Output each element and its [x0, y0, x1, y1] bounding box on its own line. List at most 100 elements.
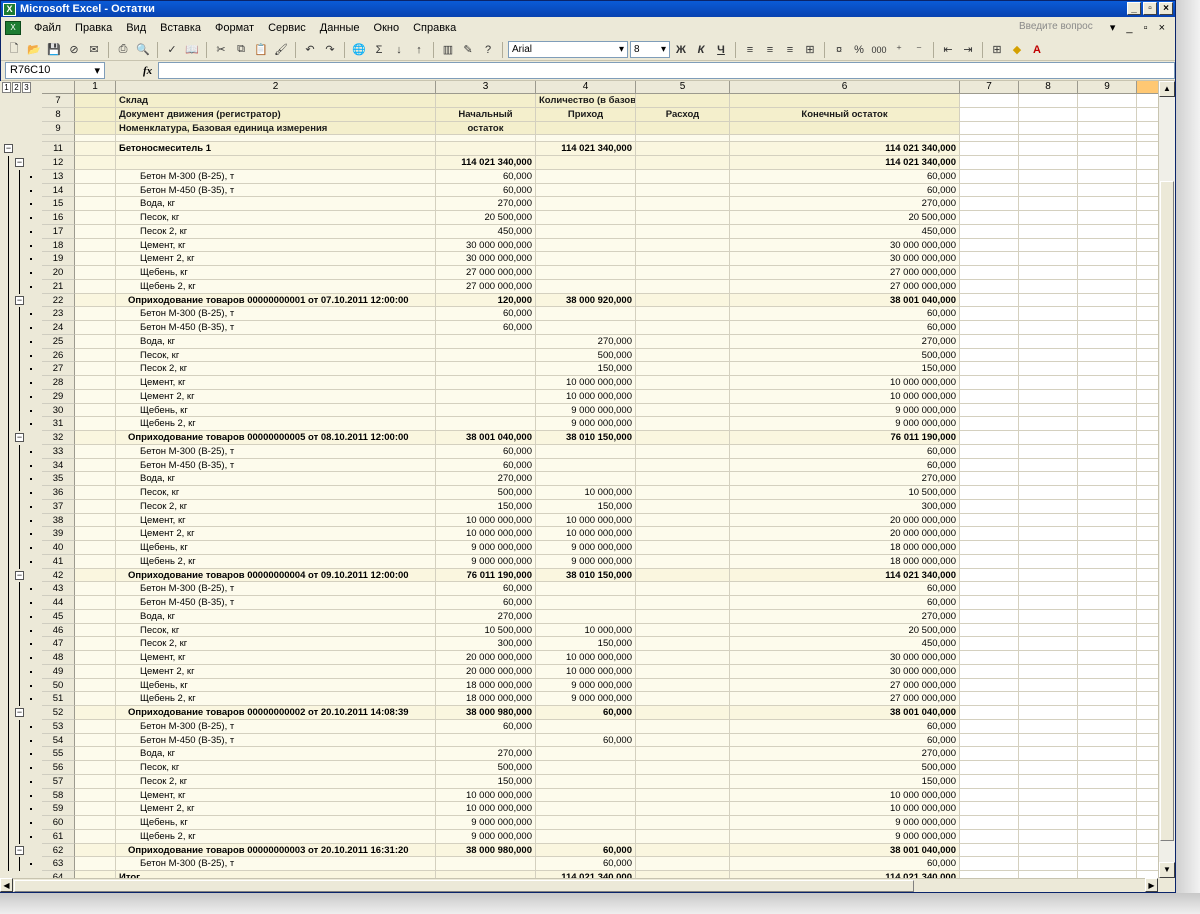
cell-closing-balance[interactable]: 10 000 000,000: [730, 389, 960, 404]
cell-name[interactable]: Вода, кг: [116, 609, 436, 624]
cell[interactable]: [1019, 403, 1078, 418]
cell[interactable]: [75, 816, 116, 830]
cell-opening-balance[interactable]: 450,000: [436, 224, 536, 239]
cell[interactable]: [1137, 376, 1158, 390]
cell-opening-balance[interactable]: 500,000: [436, 486, 536, 500]
cell[interactable]: [1137, 651, 1158, 665]
format-painter-icon[interactable]: 🖌: [272, 41, 290, 59]
cell[interactable]: [75, 142, 116, 156]
cell[interactable]: [75, 403, 116, 418]
cell-name[interactable]: Цемент, кг: [116, 651, 436, 665]
align-center-icon[interactable]: ≡: [761, 41, 779, 59]
chart-wizard-icon[interactable]: ▥: [439, 41, 457, 59]
cell-closing-balance[interactable]: 30 000 000,000: [730, 238, 960, 253]
row-header[interactable]: 34: [42, 458, 75, 473]
cell-expense[interactable]: [636, 444, 730, 459]
cell[interactable]: [960, 376, 1019, 390]
cell[interactable]: [1019, 609, 1078, 624]
cell[interactable]: [1078, 94, 1137, 108]
cell[interactable]: [1137, 678, 1158, 693]
cell[interactable]: [75, 211, 116, 225]
cell[interactable]: [1137, 719, 1158, 734]
cell-closing-balance[interactable]: 60,000: [730, 307, 960, 321]
cell[interactable]: [75, 362, 116, 376]
cell[interactable]: [960, 266, 1019, 280]
cell[interactable]: [1078, 554, 1137, 569]
cell-name[interactable]: Цемент 2, кг: [116, 252, 436, 266]
cell[interactable]: [960, 389, 1019, 404]
cell-receipt[interactable]: [536, 802, 636, 816]
cell[interactable]: [1078, 121, 1137, 136]
cell[interactable]: [1137, 224, 1158, 239]
cell[interactable]: [1078, 252, 1137, 266]
cell-opening-balance[interactable]: 60,000: [436, 307, 536, 321]
cell-opening-balance[interactable]: 60,000: [436, 183, 536, 198]
cell-opening-balance[interactable]: 120,000: [436, 293, 536, 308]
cell[interactable]: [960, 142, 1019, 156]
column-header[interactable]: 8: [1019, 81, 1078, 94]
cell[interactable]: [1137, 871, 1158, 878]
row-header[interactable]: 29: [42, 389, 75, 404]
cell[interactable]: [1078, 486, 1137, 500]
cell[interactable]: [75, 664, 116, 679]
cell[interactable]: [75, 733, 116, 748]
row-header[interactable]: 18: [42, 238, 75, 253]
email-icon[interactable]: ✉: [85, 41, 103, 59]
cell[interactable]: [1019, 211, 1078, 225]
cell-expense[interactable]: [636, 857, 730, 871]
row-header[interactable]: 12: [42, 156, 75, 170]
cell-closing-balance[interactable]: 9 000 000,000: [730, 403, 960, 418]
cell-closing-balance[interactable]: 270,000: [730, 609, 960, 624]
cell-opening-balance[interactable]: остаток: [436, 121, 536, 136]
cell[interactable]: [1078, 197, 1137, 211]
cell[interactable]: [960, 417, 1019, 431]
cell-receipt[interactable]: [536, 169, 636, 184]
cell[interactable]: [1078, 279, 1137, 294]
cell-opening-balance[interactable]: [436, 417, 536, 431]
outline-collapse-icon[interactable]: −: [15, 433, 24, 442]
cell[interactable]: [1019, 156, 1078, 170]
cell[interactable]: [1137, 403, 1158, 418]
cell[interactable]: [1137, 802, 1158, 816]
cell[interactable]: [960, 788, 1019, 803]
cell-receipt[interactable]: 114 021 340,000: [536, 871, 636, 878]
cell-opening-balance[interactable]: 60,000: [436, 169, 536, 184]
cell[interactable]: [1137, 321, 1158, 335]
cell[interactable]: [1019, 293, 1078, 308]
cell[interactable]: [1078, 376, 1137, 390]
name-box[interactable]: R76C10 ▾: [5, 62, 105, 79]
cell[interactable]: [960, 486, 1019, 500]
cell[interactable]: [1137, 609, 1158, 624]
cell[interactable]: [1137, 486, 1158, 500]
decrease-indent-icon[interactable]: ⇤: [939, 41, 957, 59]
column-header[interactable]: 1: [75, 81, 116, 94]
row-header[interactable]: 47: [42, 637, 75, 651]
cell-receipt[interactable]: [536, 307, 636, 321]
cell[interactable]: [75, 431, 116, 445]
cell-expense[interactable]: [636, 211, 730, 225]
cell-closing-balance[interactable]: 38 001 040,000: [730, 843, 960, 858]
menu-insert[interactable]: Вставка: [153, 22, 208, 34]
cell-closing-balance[interactable]: 60,000: [730, 321, 960, 335]
cell-name[interactable]: Цемент, кг: [116, 513, 436, 528]
cell-name[interactable]: Вода, кг: [116, 197, 436, 211]
cell-name[interactable]: Цемент, кг: [116, 788, 436, 803]
row-header[interactable]: 23: [42, 307, 75, 321]
cell[interactable]: [1137, 94, 1158, 108]
column-header[interactable]: 7: [960, 81, 1019, 94]
row-header[interactable]: 56: [42, 761, 75, 775]
cell-name[interactable]: Цемент 2, кг: [116, 802, 436, 816]
cell-expense[interactable]: [636, 486, 730, 500]
cell[interactable]: [1019, 266, 1078, 280]
cell[interactable]: [1137, 596, 1158, 610]
cell[interactable]: [1019, 554, 1078, 569]
cell[interactable]: [960, 197, 1019, 211]
cell-expense[interactable]: [636, 266, 730, 280]
cell-expense[interactable]: [636, 142, 730, 156]
cell[interactable]: [75, 472, 116, 486]
underline-button[interactable]: Ч: [712, 41, 730, 59]
cell[interactable]: [960, 499, 1019, 514]
cell-opening-balance[interactable]: 20 500,000: [436, 211, 536, 225]
cell[interactable]: [1137, 541, 1158, 555]
save-icon[interactable]: 💾: [45, 41, 63, 59]
